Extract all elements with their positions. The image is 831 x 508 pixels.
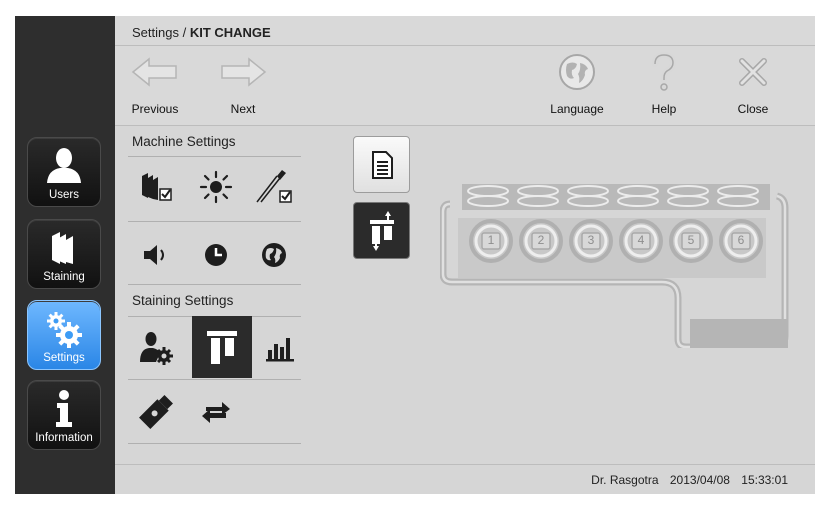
rack-check-icon bbox=[142, 173, 172, 201]
nav-staining-label: Staining bbox=[43, 271, 85, 283]
nav-users-label: Users bbox=[48, 189, 80, 201]
arrow-left-icon bbox=[123, 52, 187, 92]
divider bbox=[128, 221, 301, 222]
kit-slot-6[interactable]: 6 bbox=[718, 218, 764, 264]
user-icon bbox=[28, 146, 100, 183]
clock-icon bbox=[205, 244, 227, 266]
globe-icon bbox=[262, 243, 286, 267]
side-nav: Users Staining Settings Information bbox=[15, 16, 115, 494]
slot-number: 1 bbox=[487, 233, 495, 247]
status-date: 2013/04/08 bbox=[669, 473, 730, 487]
staining-settings-heading: Staining Settings bbox=[132, 293, 234, 308]
divider bbox=[128, 284, 301, 285]
bar-chart-icon bbox=[266, 338, 294, 362]
rack-settings-button[interactable] bbox=[128, 158, 184, 216]
kit-change-button[interactable] bbox=[192, 316, 252, 378]
user-gear-icon bbox=[140, 332, 173, 365]
slot-number: 5 bbox=[687, 233, 695, 247]
kit-exchange-icon bbox=[369, 210, 394, 251]
app-window: Users Staining Settings Information Sett… bbox=[15, 16, 815, 494]
help-question-icon bbox=[632, 52, 696, 92]
kit-exchange-view-button[interactable] bbox=[353, 202, 410, 259]
nav-staining-button[interactable]: Staining bbox=[27, 219, 101, 289]
user-preferences-button[interactable] bbox=[128, 319, 184, 377]
sound-settings-button[interactable] bbox=[128, 226, 184, 284]
time-settings-button[interactable] bbox=[188, 226, 244, 284]
arrow-right-icon bbox=[211, 52, 275, 92]
divider bbox=[115, 45, 815, 46]
nav-information-label: Information bbox=[35, 432, 93, 444]
info-icon bbox=[28, 389, 100, 427]
status-time: 15:33:01 bbox=[741, 473, 788, 487]
globe-icon bbox=[545, 52, 609, 92]
brightness-settings-button[interactable] bbox=[188, 158, 244, 216]
kit-slot-2[interactable]: 2 bbox=[518, 218, 564, 264]
kit-change-icon bbox=[207, 331, 237, 364]
kit-slot-3[interactable]: 3 bbox=[568, 218, 614, 264]
breadcrumb-current: KIT CHANGE bbox=[189, 25, 271, 40]
statistics-button[interactable] bbox=[252, 319, 308, 377]
next-label: Next bbox=[230, 102, 256, 116]
divider bbox=[128, 379, 301, 380]
machine-settings-heading: Machine Settings bbox=[132, 134, 236, 149]
document-icon bbox=[371, 150, 393, 179]
slot-number: 2 bbox=[537, 233, 545, 247]
close-icon bbox=[721, 52, 785, 92]
next-button[interactable]: Next bbox=[211, 52, 275, 122]
status-info: Dr. Rasgotra 2013/04/08 15:33:01 bbox=[583, 473, 788, 487]
status-user: Dr. Rasgotra bbox=[591, 473, 659, 487]
close-button[interactable]: Close bbox=[721, 52, 785, 122]
nav-settings-label: Settings bbox=[43, 352, 85, 364]
language-button[interactable]: Language bbox=[545, 52, 609, 122]
slot-number: 3 bbox=[587, 233, 595, 247]
breadcrumb-parent[interactable]: Settings / bbox=[132, 25, 186, 40]
help-button[interactable]: Help bbox=[632, 52, 696, 122]
staining-icon bbox=[28, 228, 100, 264]
region-settings-button[interactable] bbox=[246, 226, 302, 284]
language-label: Language bbox=[550, 102, 604, 116]
kit-slot-1[interactable]: 1 bbox=[468, 218, 514, 264]
kit-slot-4[interactable]: 4 bbox=[618, 218, 664, 264]
previous-label: Previous bbox=[131, 102, 179, 116]
usb-transfer-button[interactable] bbox=[128, 383, 184, 441]
pipette-settings-button[interactable] bbox=[246, 158, 302, 216]
nav-information-button[interactable]: Information bbox=[27, 380, 101, 450]
nav-settings-button[interactable]: Settings bbox=[27, 300, 101, 370]
divider bbox=[128, 156, 301, 157]
breadcrumb: Settings / KIT CHANGE bbox=[132, 25, 271, 40]
settings-panel: Machine Settings Staining Settings bbox=[115, 126, 301, 464]
nav-users-button[interactable]: Users bbox=[27, 137, 101, 207]
data-exchange-button[interactable] bbox=[188, 383, 244, 441]
previous-button[interactable]: Previous bbox=[123, 52, 187, 122]
kit-slot-5[interactable]: 5 bbox=[668, 218, 714, 264]
pipette-check-icon bbox=[256, 170, 292, 203]
toolbar: Settings / KIT CHANGE Previous Next Lang… bbox=[115, 16, 815, 126]
divider bbox=[128, 443, 301, 444]
speaker-icon bbox=[144, 245, 164, 265]
slot-number: 6 bbox=[737, 233, 745, 247]
close-label: Close bbox=[737, 102, 769, 116]
gears-icon bbox=[28, 309, 100, 348]
document-view-button[interactable] bbox=[353, 136, 410, 193]
help-label: Help bbox=[651, 102, 677, 116]
swap-arrows-icon bbox=[202, 402, 230, 423]
sun-icon bbox=[199, 170, 233, 204]
status-bar: Dr. Rasgotra 2013/04/08 15:33:01 bbox=[115, 464, 815, 494]
usb-stick-icon bbox=[139, 395, 173, 429]
slot-number: 4 bbox=[637, 233, 645, 247]
